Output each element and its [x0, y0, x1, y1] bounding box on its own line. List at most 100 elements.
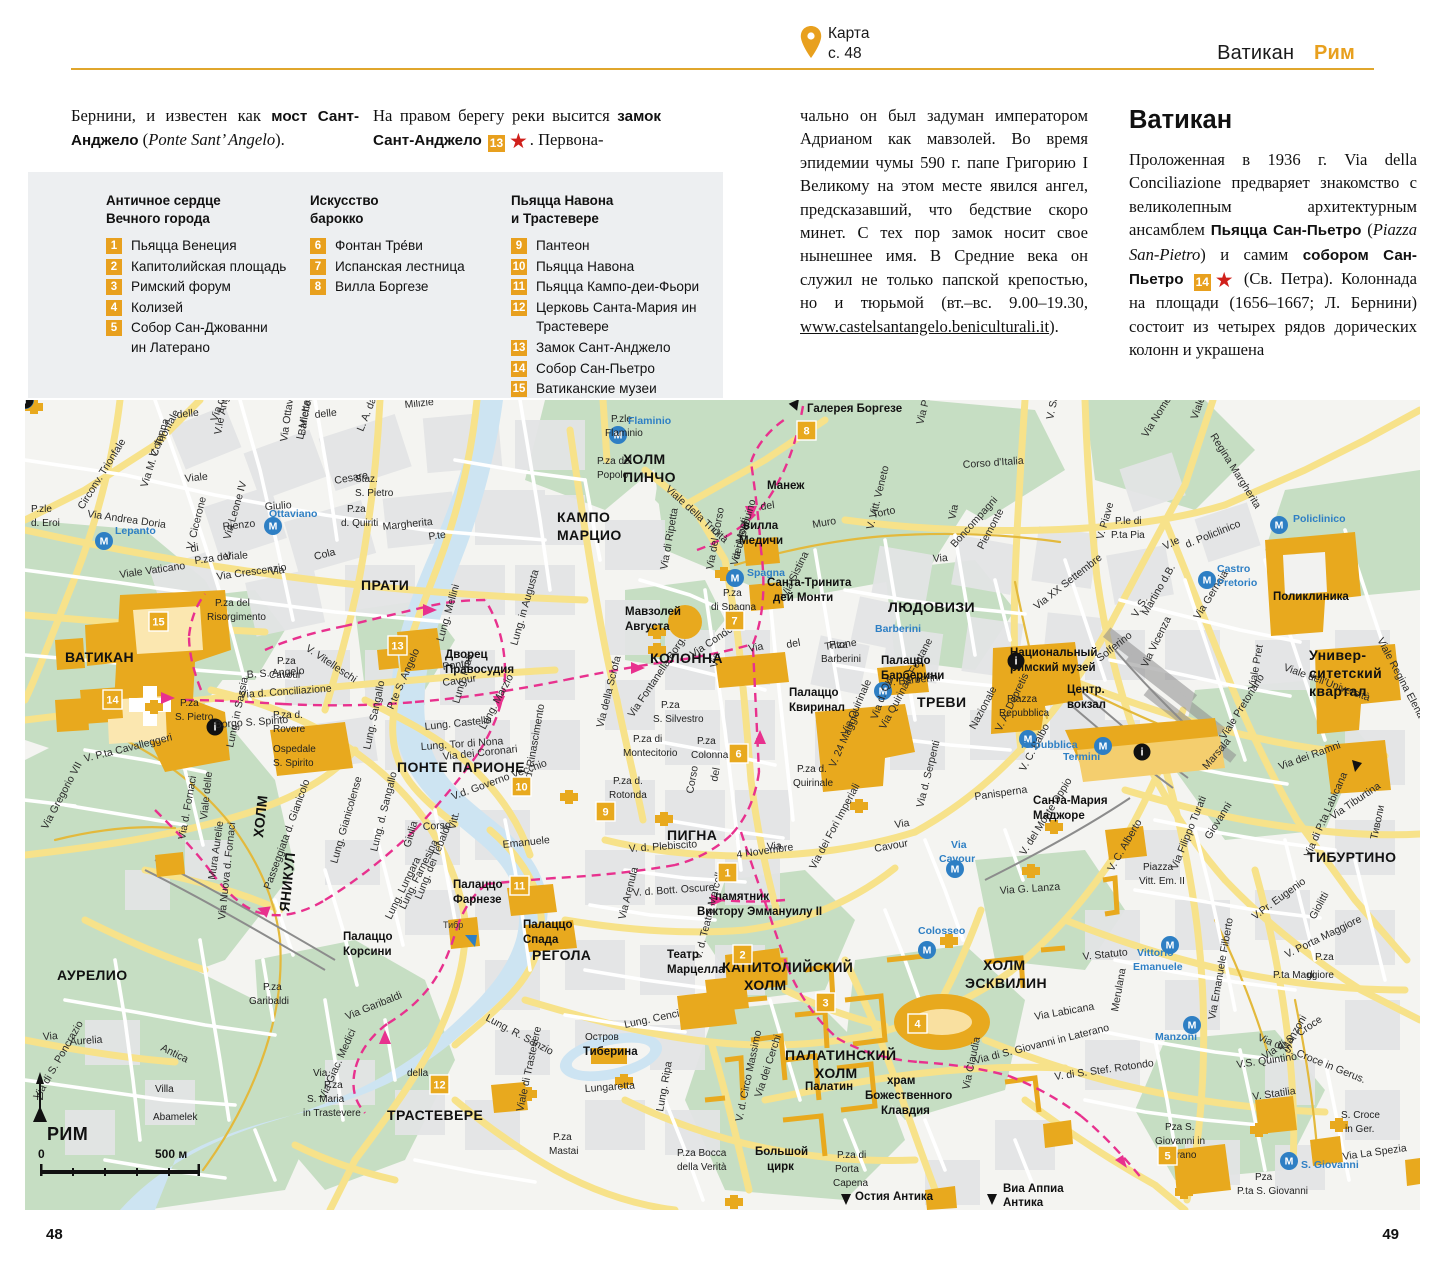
- svg-text:Staz.: Staz.: [355, 474, 378, 485]
- legend-item-label: Собор Сан-Джованни ин Латерано: [131, 320, 268, 355]
- svg-text:Cavour: Cavour: [269, 670, 302, 681]
- svg-text:Viale: Viale: [184, 471, 208, 485]
- legend-item[interactable]: 14 Собор Сан-Пьетро: [511, 359, 699, 379]
- svg-text:Repubblica: Repubblica: [999, 708, 1049, 719]
- legend-item-number: 5: [106, 320, 122, 337]
- svg-text:ПАЛАТИНСКИЙ: ПАЛАТИНСКИЙ: [785, 1046, 897, 1063]
- svg-text:Spagna: Spagna: [747, 567, 785, 579]
- svg-text:ХОЛМ: ХОЛМ: [815, 1065, 858, 1081]
- svg-text:Manzoni: Manzoni: [1155, 1031, 1197, 1043]
- svg-text:P.za d.: P.za d.: [613, 776, 643, 787]
- map-number-marker-1[interactable]: 1: [717, 862, 738, 883]
- svg-text:Ospedale: Ospedale: [273, 744, 316, 755]
- legend-item-label: Собор Сан-Пьетро: [536, 360, 655, 376]
- svg-text:Палаццо: Палаццо: [453, 879, 503, 891]
- svg-text:Палаццо: Палаццо: [881, 655, 931, 667]
- legend-item[interactable]: 13 Замок Сант-Анджело: [511, 338, 699, 358]
- svg-text:3: 3: [822, 998, 828, 1010]
- map-legend-box: Античное сердце Вечного города 1 Пьяцца Ве…: [28, 172, 723, 398]
- svg-text:Виктору Эммануилу II: Виктору Эммануилу II: [697, 906, 822, 918]
- legend-item[interactable]: 2 Капитолийская площадь: [106, 257, 286, 277]
- svg-text:вилла: вилла: [743, 520, 779, 532]
- svg-text:15: 15: [152, 617, 164, 629]
- legend-item[interactable]: 6 Фонтан Тре́ви: [310, 236, 465, 256]
- svg-text:Виа Аппиа: Виа Аппиа: [1003, 1183, 1064, 1195]
- svg-text:Montecitorio: Montecitorio: [623, 748, 678, 759]
- svg-text:Repubblica: Repubblica: [1021, 739, 1078, 751]
- legend-item[interactable]: 12 Церковь Санта-Мария ин Трастевере: [511, 298, 699, 337]
- svg-text:P.za d.: P.za d.: [273, 710, 303, 721]
- svg-text:ситетский: ситетский: [1309, 665, 1382, 681]
- svg-text:Villa: Villa: [155, 1084, 174, 1095]
- map-number-marker-12[interactable]: 12: [429, 1074, 450, 1095]
- legend-item-label: Испанская лестница: [335, 258, 465, 274]
- map-number-marker-2[interactable]: 2: [732, 944, 753, 965]
- map-number-marker-9[interactable]: 9: [595, 801, 616, 822]
- legend-item[interactable]: 15 Ватиканские музеи: [511, 379, 699, 399]
- svg-text:Марцелла: Марцелла: [667, 964, 725, 976]
- rome-city-map[interactable]: .rdM{stroke:#F7E28A;stroke-linecap:round…: [25, 400, 1420, 1210]
- svg-text:Тибр: Тибр: [443, 920, 463, 930]
- legend-item[interactable]: 11 Пьяцца Кампо-деи-Фьори: [511, 277, 699, 297]
- map-number-marker-15[interactable]: 15: [148, 611, 169, 632]
- map-number-marker-14[interactable]: 14: [102, 689, 123, 710]
- legend-item[interactable]: 4 Колизей: [106, 298, 286, 318]
- svg-text:Flaminio: Flaminio: [628, 415, 671, 427]
- svg-text:ТРАСТЕВЕРЕ: ТРАСТЕВЕРЕ: [387, 1107, 483, 1123]
- svg-text:S. Croce: S. Croce: [1341, 1110, 1380, 1121]
- svg-text:P.za d.: P.za d.: [797, 764, 827, 775]
- svg-text:S. Giovanni: S. Giovanni: [1301, 1159, 1359, 1171]
- legend-group-title: Искусство барокко: [310, 193, 379, 226]
- map-number-marker-3[interactable]: 3: [815, 992, 836, 1013]
- breadcrumb-section: Ватикан: [1217, 42, 1295, 64]
- map-number-marker-13[interactable]: 13: [387, 635, 408, 656]
- svg-text:вокзал: вокзал: [1067, 699, 1106, 711]
- legend-item-number: 13: [511, 339, 527, 356]
- legend-item[interactable]: 8 Вилла Боргезе: [310, 277, 465, 297]
- map-number-marker-6[interactable]: 6: [728, 743, 749, 764]
- svg-text:Colosseo: Colosseo: [918, 925, 965, 937]
- svg-text:Abamelek: Abamelek: [153, 1112, 198, 1123]
- svg-text:Правосудия: Правосудия: [445, 664, 514, 676]
- map-number-marker-5[interactable]: 5: [1157, 1145, 1178, 1166]
- legend-item[interactable]: 10 Пьяцца Навона: [511, 257, 699, 277]
- svg-text:храм: храм: [887, 1075, 915, 1087]
- svg-text:Porta: Porta: [835, 1164, 859, 1175]
- svg-text:P.ta S. Giovanni: P.ta S. Giovanni: [1237, 1186, 1308, 1197]
- svg-text:Клавдия: Клавдия: [881, 1105, 930, 1117]
- svg-text:Flaminio: Flaminio: [605, 428, 643, 439]
- svg-text:Палаццо: Палаццо: [789, 687, 839, 699]
- svg-text:Манеж: Манеж: [767, 480, 805, 492]
- legend-item[interactable]: 3 Римский форум: [106, 277, 286, 297]
- legend-item[interactable]: 5 Собор Сан-Джованни ин Латерано: [106, 318, 286, 357]
- svg-text:ХОЛМ: ХОЛМ: [623, 451, 666, 467]
- legend-item-label: Церковь Санта-Мария ин Трастевере: [536, 299, 697, 335]
- svg-text:Августа: Августа: [625, 621, 670, 633]
- map-number-marker-8[interactable]: 8: [796, 420, 817, 441]
- svg-text:Via: Via: [932, 552, 948, 565]
- svg-text:ТРЕВИ: ТРЕВИ: [917, 694, 966, 710]
- scale-max: 500 м: [155, 1147, 187, 1161]
- svg-text:P.za: P.za: [723, 588, 742, 599]
- svg-text:ХОЛМ: ХОЛМ: [744, 977, 787, 993]
- svg-text:Cavour: Cavour: [939, 853, 975, 865]
- svg-text:S. Maria: S. Maria: [307, 1094, 345, 1105]
- map-number-marker-4[interactable]: 4: [907, 1013, 928, 1034]
- svg-text:ПОНТЕ ПАРИОНЕ: ПОНТЕ ПАРИОНЕ: [397, 759, 525, 775]
- body-column-1: Бернини, и известен как мост Сант-Анджел…: [71, 106, 360, 150]
- map-number-marker-11[interactable]: 11: [509, 875, 530, 896]
- svg-text:Ottaviano: Ottaviano: [269, 508, 317, 520]
- legend-item-label: Пьяцца Навона: [536, 258, 635, 274]
- svg-text:P.za: P.za: [263, 982, 282, 993]
- legend-item[interactable]: 1 Пьяцца Венеция: [106, 236, 286, 256]
- svg-text:МАРЦИО: МАРЦИО: [557, 527, 622, 543]
- map-number-marker-10[interactable]: 10: [511, 776, 532, 797]
- legend-item[interactable]: 9 Пантеон: [511, 236, 699, 256]
- svg-text:квартал: квартал: [1309, 683, 1367, 699]
- svg-text:Театр: Театр: [667, 949, 699, 961]
- page-number-left: 48: [46, 1226, 63, 1243]
- legend-item[interactable]: 7 Испанская лестница: [310, 257, 465, 277]
- map-number-marker-7[interactable]: 7: [724, 610, 745, 631]
- svg-text:S. Spirito: S. Spirito: [273, 758, 314, 769]
- header-breadcrumb: Ватикан Рим: [1217, 42, 1355, 65]
